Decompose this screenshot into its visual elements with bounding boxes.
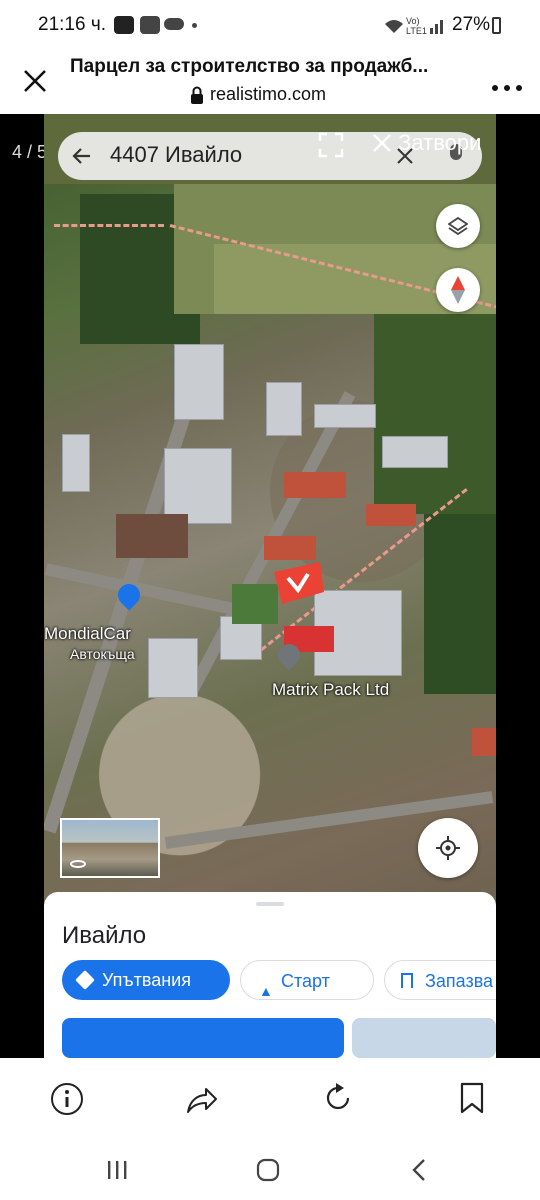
building xyxy=(314,404,376,428)
battery-level: 27% xyxy=(452,14,491,35)
fullscreen-icon[interactable] xyxy=(318,132,344,158)
photo-tile[interactable] xyxy=(62,1018,344,1058)
save-label: Запазва xyxy=(425,971,494,991)
compass-icon xyxy=(451,276,465,304)
map-image[interactable]: MondialCar Автокъща Matrix Pack Ltd Ивай… xyxy=(44,114,496,1058)
back-arrow-icon[interactable] xyxy=(72,146,92,166)
network-label: Vo) LTE1 xyxy=(406,16,427,36)
image-pager: 4 / 5 xyxy=(12,142,48,162)
directions-icon xyxy=(75,970,95,990)
cloud-icon xyxy=(164,18,184,30)
building-roof xyxy=(366,504,416,526)
directions-button[interactable]: Упътвания xyxy=(62,960,230,1000)
wifi-icon xyxy=(384,18,404,34)
place-sheet: Ивайло Упътвания ▲ Старт Запазва xyxy=(44,892,496,1058)
clock: 21:16 ч. xyxy=(38,14,107,35)
search-query[interactable]: 4407 Ивайло xyxy=(110,142,242,168)
navigation-icon: ▲ xyxy=(259,983,273,999)
back-icon[interactable] xyxy=(410,1158,428,1182)
share-icon[interactable] xyxy=(186,1084,218,1114)
map-label-mondialcar-sub: Автокъща xyxy=(70,646,135,662)
close-icon xyxy=(373,134,391,152)
more-options-icon[interactable] xyxy=(492,78,522,91)
photo-tile[interactable] xyxy=(352,1018,496,1058)
reload-icon[interactable] xyxy=(322,1082,354,1114)
crosshair-icon xyxy=(436,836,460,860)
field xyxy=(424,514,496,694)
building-roof xyxy=(116,514,188,558)
building-roof xyxy=(472,728,496,756)
compass-button[interactable] xyxy=(436,268,480,312)
close-viewer-button[interactable]: Затвори xyxy=(372,130,481,156)
map-label-mondialcar: MondialCar xyxy=(44,624,131,643)
building xyxy=(164,448,232,524)
system-nav-bar xyxy=(0,1138,540,1200)
close-icon[interactable] xyxy=(22,68,48,94)
place-name: Ивайло xyxy=(62,922,147,949)
lock-icon xyxy=(190,86,204,104)
street-view-thumbnail[interactable] xyxy=(60,818,160,878)
close-viewer-label: Затвори xyxy=(398,130,482,155)
road xyxy=(44,563,244,617)
notification-icon xyxy=(140,16,160,34)
parcel-boundary xyxy=(54,224,164,417)
layers-icon xyxy=(448,216,468,236)
building-roof xyxy=(264,536,316,560)
page-title: Парцел за строителство за продажб... xyxy=(70,56,429,77)
field xyxy=(374,314,496,514)
my-location-button[interactable] xyxy=(418,818,478,878)
building xyxy=(382,436,448,468)
dot-icon xyxy=(192,23,197,28)
bookmark-icon[interactable] xyxy=(460,1082,484,1114)
sheet-handle[interactable] xyxy=(256,902,284,906)
signal-icon xyxy=(430,18,446,34)
bookmark-icon xyxy=(401,973,413,988)
layers-button[interactable] xyxy=(436,204,480,248)
parcel-marker xyxy=(274,562,324,604)
browser-action-bar xyxy=(0,1058,540,1138)
image-viewer: 4 / 5 MondialCar Автокъща Matrix Pack Lt… xyxy=(0,114,540,1058)
building xyxy=(148,638,198,698)
start-button[interactable]: ▲ Старт xyxy=(240,960,374,1000)
building xyxy=(62,434,90,492)
page-url: realistimo.com xyxy=(210,84,327,104)
status-bar: 21:16 ч. Vo) LTE1 27% xyxy=(0,0,540,52)
battery-icon xyxy=(492,17,501,34)
save-button[interactable]: Запазва xyxy=(384,960,496,1000)
street-view-icon xyxy=(70,860,86,868)
building-roof xyxy=(284,472,346,498)
start-label: Старт xyxy=(281,971,330,991)
browser-header: Парцел за строителство за продажб... rea… xyxy=(0,52,540,114)
info-icon[interactable] xyxy=(50,1082,84,1116)
youtube-icon xyxy=(114,16,134,34)
directions-label: Упътвания xyxy=(102,970,191,990)
map-label-matrix-pack: Matrix Pack Ltd xyxy=(272,680,390,699)
home-icon[interactable] xyxy=(256,1158,280,1182)
building xyxy=(266,382,302,436)
building xyxy=(174,344,224,420)
recent-apps-icon[interactable] xyxy=(106,1160,128,1180)
